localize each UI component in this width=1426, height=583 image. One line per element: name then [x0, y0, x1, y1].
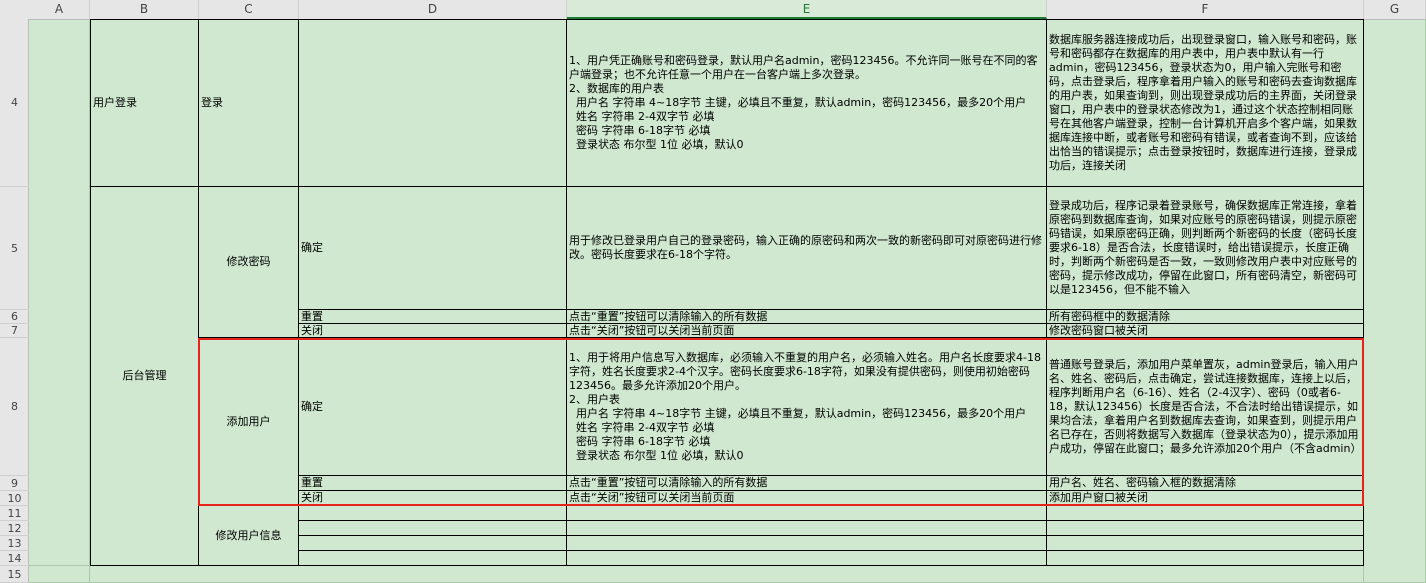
cell-f8[interactable]: 普通账号登录后，添加用户菜单置灰，admin登录后，输入用户名、姓名、密码后，点…	[1047, 338, 1364, 476]
cell-f11[interactable]	[1047, 506, 1364, 521]
cell-d5[interactable]: 确定	[299, 187, 567, 310]
cell-d6[interactable]: 重置	[299, 310, 567, 324]
cell-f14[interactable]	[1047, 551, 1364, 566]
cell-e11[interactable]	[567, 506, 1047, 521]
cell-e9[interactable]: 点击“重置”按钮可以清除输入的所有数据	[567, 476, 1047, 491]
cell-e7[interactable]: 点击“关闭”按钮可以关闭当前页面	[567, 324, 1047, 338]
cell-e5[interactable]: 用于修改已登录用户自己的登录密码，输入正确的原密码和两次一致的新密码即可对原密码…	[567, 187, 1047, 310]
column-header-e[interactable]: E	[567, 0, 1047, 19]
cell-d10[interactable]: 关闭	[299, 491, 567, 506]
cell-e12[interactable]	[567, 521, 1047, 536]
cell-b5-admin[interactable]: 后台管理	[90, 187, 199, 566]
cell-f6[interactable]: 所有密码框中的数据清除	[1047, 310, 1364, 324]
cell-d9[interactable]: 重置	[299, 476, 567, 491]
cell-f5[interactable]: 登录成功后，程序记录着登录账号，确保数据库正常连接，拿着原密码到数据库查询，如果…	[1047, 187, 1364, 310]
cell-d7[interactable]: 关闭	[299, 324, 567, 338]
cell-c11-modify-user[interactable]: 修改用户信息	[199, 506, 299, 566]
cell-e14[interactable]	[567, 551, 1047, 566]
cell-e8[interactable]: 1、用于将用户信息写入数据库，必须输入不重复的用户名，必须输入姓名。用户名长度要…	[567, 338, 1047, 476]
cell-f13[interactable]	[1047, 536, 1364, 551]
row-header-7[interactable]: 7	[0, 324, 29, 338]
row-header-12[interactable]: 12	[0, 521, 29, 536]
cell-row15[interactable]	[90, 566, 1364, 583]
row-header-6[interactable]: 6	[0, 310, 29, 324]
cell-e6[interactable]: 点击“重置”按钮可以清除输入的所有数据	[567, 310, 1047, 324]
cell-e10[interactable]: 点击“关闭”按钮可以关闭当前页面	[567, 491, 1047, 506]
column-header-a[interactable]: A	[29, 0, 90, 19]
cell-f7[interactable]: 修改密码窗口被关闭	[1047, 324, 1364, 338]
column-header-g[interactable]: G	[1364, 0, 1426, 19]
cell-d12[interactable]	[299, 521, 567, 536]
column-header-b[interactable]: B	[90, 0, 199, 19]
cell-f10[interactable]: 添加用户窗口被关闭	[1047, 491, 1364, 506]
cell-d4[interactable]	[299, 19, 567, 187]
spreadsheet: A B C D E F G 4 5 6 7 8 9 10 11 12 13 14…	[0, 0, 1426, 583]
cell-grid: 用户登录 登录 1、用户凭正确账号和密码登录，默认用户名admin，密码1234…	[29, 19, 1426, 583]
row-header-9[interactable]: 9	[0, 476, 29, 491]
row-header-bar: 4 5 6 7 8 9 10 11 12 13 14 15	[0, 19, 29, 583]
row-header-14[interactable]: 14	[0, 551, 29, 566]
row-header-4[interactable]: 4	[0, 19, 29, 187]
cell-e13[interactable]	[567, 536, 1047, 551]
column-header-c[interactable]: C	[199, 0, 299, 19]
cell-g-column[interactable]	[1364, 19, 1426, 583]
cell-d11[interactable]	[299, 506, 567, 521]
cell-d8[interactable]: 确定	[299, 338, 567, 476]
row-header-10[interactable]: 10	[0, 491, 29, 506]
row-header-15[interactable]: 15	[0, 566, 29, 583]
column-header-f[interactable]: F	[1047, 0, 1364, 19]
cell-f4[interactable]: 数据库服务器连接成功后，出现登录窗口，输入账号和密码，账号和密码都存在数据库的用…	[1047, 19, 1364, 187]
row-header-8[interactable]: 8	[0, 338, 29, 476]
row-header-5[interactable]: 5	[0, 187, 29, 310]
cell-d13[interactable]	[299, 536, 567, 551]
column-header-d[interactable]: D	[299, 0, 567, 19]
cell-a15[interactable]	[29, 566, 90, 583]
cell-c4[interactable]: 登录	[199, 19, 299, 187]
cell-f12[interactable]	[1047, 521, 1364, 536]
row-header-13[interactable]: 13	[0, 536, 29, 551]
cell-f9[interactable]: 用户名、姓名、密码输入框的数据清除	[1047, 476, 1364, 491]
cell-b4[interactable]: 用户登录	[90, 19, 199, 187]
row-header-11[interactable]: 11	[0, 506, 29, 521]
cell-e4[interactable]: 1、用户凭正确账号和密码登录，默认用户名admin，密码123456。不允许同一…	[567, 19, 1047, 187]
cell-a-column[interactable]	[29, 19, 90, 566]
column-header-bar: A B C D E F G	[0, 0, 1426, 20]
cell-c5-change-password[interactable]: 修改密码	[199, 187, 299, 338]
cell-d14[interactable]	[299, 551, 567, 566]
cell-c8-add-user[interactable]: 添加用户	[199, 338, 299, 506]
